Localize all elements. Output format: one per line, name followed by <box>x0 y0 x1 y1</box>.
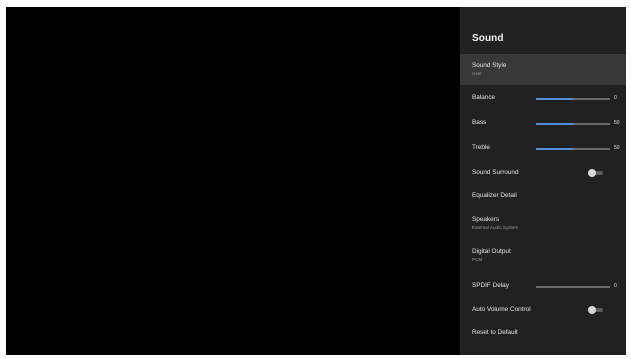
slider-value: 50 <box>614 144 620 151</box>
menu-item-sublabel: PCM <box>472 257 483 262</box>
slider-value: 0 <box>614 94 617 101</box>
menu-item-sublabel: External Audio System <box>472 225 519 230</box>
menu-item-sound-surround[interactable]: Sound Surround <box>460 162 626 184</box>
menu-item-label: Equalizer Detail <box>472 192 517 199</box>
panel-title: Sound <box>472 33 504 44</box>
bass-slider[interactable] <box>536 122 610 125</box>
menu-item-label: Auto Volume Control <box>472 306 531 313</box>
toggle-knob <box>588 306 596 314</box>
toggle-knob <box>588 169 596 177</box>
menu-item-label: Balance <box>472 94 496 101</box>
menu-item-label: SPDIF Delay <box>472 282 509 289</box>
menu-item-auto-volume-control[interactable]: Auto Volume Control <box>460 299 626 321</box>
video-area <box>6 7 460 355</box>
sound-settings-panel: Sound Sound Style User Balance 0 Bass 50… <box>460 7 626 355</box>
menu-item-balance[interactable]: Balance 0 <box>460 87 626 109</box>
menu-item-reset-to-default[interactable]: Reset to Default <box>460 322 626 344</box>
menu-item-label: Sound Style <box>472 62 507 69</box>
menu-item-spdif-delay[interactable]: SPDIF Delay 0 <box>460 275 626 297</box>
menu-item-treble[interactable]: Treble 50 <box>460 137 626 159</box>
menu-item-sound-style[interactable]: Sound Style User <box>460 54 626 85</box>
auto-volume-toggle[interactable] <box>588 306 604 314</box>
slider-fill <box>536 97 573 100</box>
menu-item-equalizer-detail[interactable]: Equalizer Detail <box>460 185 626 207</box>
treble-slider[interactable] <box>536 147 610 150</box>
menu-item-label: Bass <box>472 119 487 126</box>
menu-item-label: Treble <box>472 144 490 151</box>
menu-item-label: Sound Surround <box>472 169 519 176</box>
menu-item-label: Reset to Default <box>472 329 518 336</box>
balance-slider[interactable] <box>536 97 610 100</box>
slider-fill <box>536 122 573 125</box>
tv-screen: Sound Sound Style User Balance 0 Bass 50… <box>6 7 626 355</box>
slider-fill <box>536 147 573 150</box>
spdif-delay-slider[interactable] <box>536 286 610 288</box>
slider-value: 0 <box>614 282 617 289</box>
slider-value: 50 <box>614 119 620 126</box>
sound-surround-toggle[interactable] <box>588 169 604 177</box>
menu-item-digital-output[interactable]: Digital Output PCM <box>460 241 626 269</box>
menu-item-sublabel: User <box>472 71 482 76</box>
menu-item-bass[interactable]: Bass 50 <box>460 112 626 134</box>
menu-item-label: Speakers <box>472 216 499 223</box>
menu-item-speakers[interactable]: Speakers External Audio System <box>460 209 626 237</box>
menu-item-label: Digital Output <box>472 248 511 255</box>
